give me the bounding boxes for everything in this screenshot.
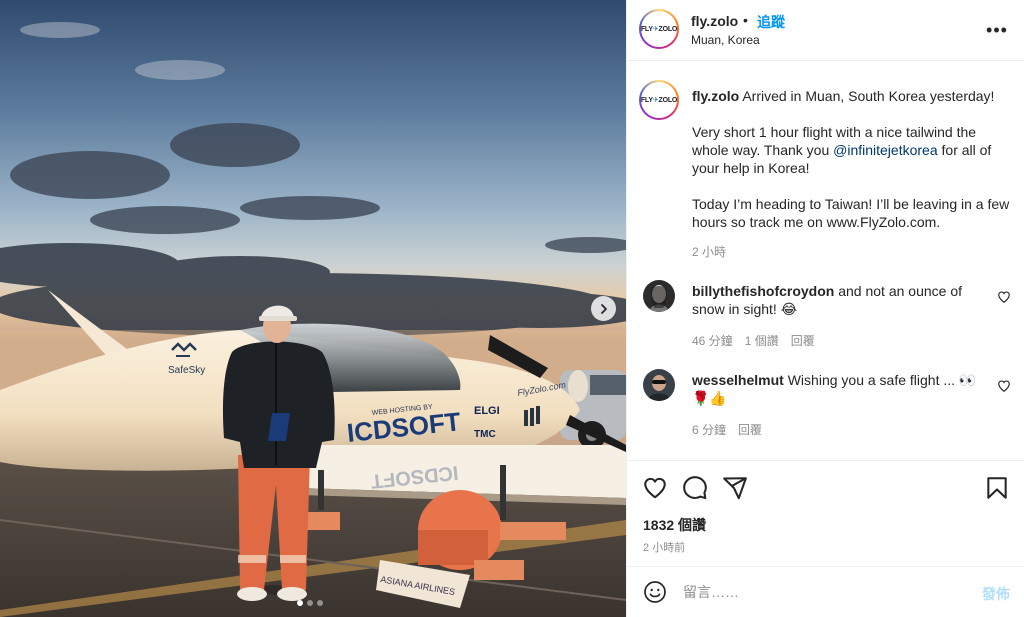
mention-link[interactable]: @infinitejetkorea bbox=[833, 142, 938, 158]
commenter-photo bbox=[643, 280, 675, 312]
comments-area: FLY✈ZOLO fly.zolo Arrived in Muan, South… bbox=[627, 62, 1024, 460]
username-link[interactable]: fly.zolo bbox=[691, 13, 738, 29]
sponsor-main-text: ICDSOFT bbox=[345, 406, 462, 448]
follow-button[interactable]: 追蹤 bbox=[757, 12, 785, 32]
likes-count[interactable]: 1832 個讚 bbox=[643, 515, 706, 535]
post-timestamp[interactable]: 2 小時前 bbox=[643, 539, 685, 555]
reply-button[interactable]: 回覆 bbox=[791, 332, 815, 349]
caption-line1: Arrived in Muan, South Korea yesterday! bbox=[742, 88, 995, 104]
like-comment-icon[interactable] bbox=[997, 379, 1011, 393]
comment-timestamp[interactable]: 6 分鐘 bbox=[692, 421, 726, 438]
separator-dot: • bbox=[743, 12, 748, 28]
flyzolo-logo: FLY✈ZOLO bbox=[640, 26, 678, 33]
avatar[interactable]: FLY✈ZOLO bbox=[639, 9, 679, 49]
like-comment-icon[interactable] bbox=[997, 290, 1011, 304]
reply-button[interactable]: 回覆 bbox=[738, 421, 762, 438]
badge-elgi: ELGI bbox=[474, 405, 500, 417]
chevron-right-icon bbox=[600, 303, 607, 314]
post-comment-button[interactable]: 發佈 bbox=[982, 584, 1010, 604]
save-bookmark-icon[interactable] bbox=[984, 475, 1010, 501]
post-side-panel: FLY✈ZOLO fly.zolo • 追蹤 Muan, Korea ••• F… bbox=[626, 0, 1024, 617]
cart-label-text: ASIANA AIRLINES bbox=[380, 574, 456, 597]
carousel-dot[interactable] bbox=[317, 600, 323, 606]
badge-tmc: TMC bbox=[474, 429, 496, 440]
post-caption: fly.zolo Arrived in Muan, South Korea ye… bbox=[692, 87, 1010, 249]
comment-input[interactable] bbox=[683, 581, 963, 603]
icdsoft-mark bbox=[268, 413, 290, 441]
comment-meta: 6 分鐘 回覆 bbox=[692, 421, 762, 438]
caption-p3: Today I’m heading to Taiwan! I’ll be lea… bbox=[692, 196, 1010, 230]
commenter-photo bbox=[643, 369, 675, 401]
carousel-dots bbox=[297, 600, 323, 606]
more-options-icon[interactable]: ••• bbox=[984, 17, 1010, 43]
commenter-username[interactable]: wesselhelmut bbox=[692, 372, 784, 388]
comment-timestamp[interactable]: 46 分鐘 bbox=[692, 332, 733, 349]
comment-likes[interactable]: 1 個讚 bbox=[745, 332, 779, 349]
commenter-avatar[interactable] bbox=[643, 369, 675, 401]
emoji-icon[interactable] bbox=[643, 580, 667, 604]
comment-bar: 發佈 bbox=[627, 566, 1024, 617]
carousel-dot[interactable] bbox=[297, 600, 303, 606]
post-photo[interactable]: SafeSky WEB HOSTING BY ICDSOFT ICDSOFT F… bbox=[0, 0, 626, 617]
comment-text: wesselhelmut Wishing you a safe flight .… bbox=[692, 371, 992, 407]
like-heart-icon[interactable] bbox=[642, 475, 668, 501]
comment-meta: 46 分鐘 1 個讚 回覆 bbox=[692, 332, 815, 349]
fuselage-url-text: FlyZolo.com bbox=[517, 380, 567, 398]
comment-text: billythefishofcroydon and not an ounce o… bbox=[692, 282, 992, 318]
caption-username[interactable]: fly.zolo bbox=[692, 88, 739, 104]
photo-labels: SafeSky WEB HOSTING BY ICDSOFT ICDSOFT F… bbox=[168, 342, 567, 597]
caption-timestamp[interactable]: 2 小時 bbox=[692, 243, 726, 260]
post-header: FLY✈ZOLO fly.zolo • 追蹤 Muan, Korea ••• bbox=[627, 0, 1024, 61]
safesky-logo: SafeSky bbox=[168, 342, 205, 376]
next-photo-button[interactable] bbox=[591, 296, 616, 321]
instagram-post: SafeSky WEB HOSTING BY ICDSOFT ICDSOFT F… bbox=[0, 0, 1024, 617]
carousel-dot[interactable] bbox=[307, 600, 313, 606]
commenter-username[interactable]: billythefishofcroydon bbox=[692, 283, 834, 299]
flyzolo-logo: FLY✈ZOLO bbox=[640, 97, 678, 104]
wing-logo-text: SafeSky bbox=[168, 365, 205, 376]
commenter-avatar[interactable] bbox=[643, 280, 675, 312]
share-send-icon[interactable] bbox=[722, 475, 748, 501]
sponsor-mirror-text: ICDSOFT bbox=[370, 461, 460, 492]
location-link[interactable]: Muan, Korea bbox=[691, 33, 760, 47]
comment-bubble-icon[interactable] bbox=[682, 475, 708, 501]
caption-avatar[interactable]: FLY✈ZOLO bbox=[639, 80, 679, 120]
